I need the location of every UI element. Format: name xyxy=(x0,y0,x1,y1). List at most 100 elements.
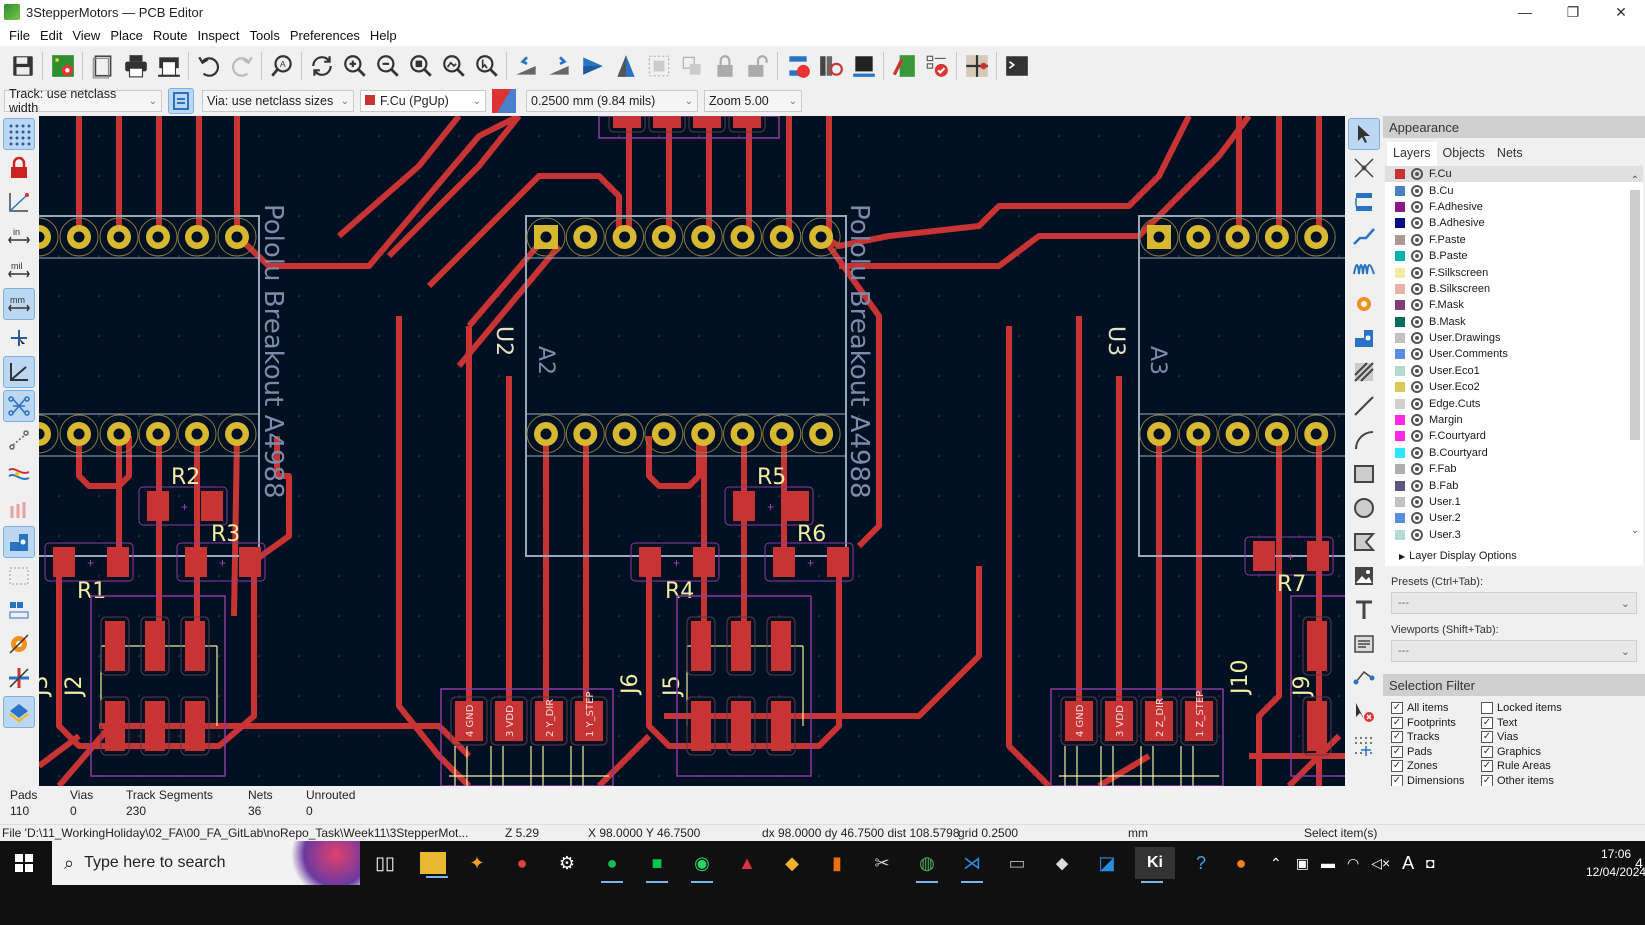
connector-pad[interactable] xyxy=(766,616,796,676)
connector-pad[interactable] xyxy=(1302,616,1332,676)
filter-checkbox[interactable]: ✓ Graphics xyxy=(1481,745,1581,758)
connector-pad[interactable]: 4 GND xyxy=(1060,696,1098,746)
cursor-style-toggle[interactable] xyxy=(3,322,35,354)
menu-file[interactable]: File xyxy=(4,28,35,43)
units-mm-toggle[interactable]: mm xyxy=(3,288,35,320)
layer-row[interactable]: F.Silkscreen xyxy=(1385,264,1643,280)
task-view-icon[interactable]: ▯▯ xyxy=(368,847,402,879)
layer-row[interactable]: Edge.Cuts xyxy=(1385,395,1643,411)
layer-row[interactable]: User.Eco1 xyxy=(1385,363,1643,379)
zoom-out-button[interactable] xyxy=(371,50,404,83)
units-inch-toggle[interactable]: in xyxy=(3,220,35,252)
eye-icon[interactable] xyxy=(1411,348,1423,361)
filter-checkbox[interactable]: ✓ Footprints xyxy=(1391,716,1477,729)
layer-color-swatch[interactable] xyxy=(1395,447,1405,458)
taskbar-search-box[interactable]: ⌕ Type here to search xyxy=(52,841,360,885)
eye-icon[interactable] xyxy=(1411,512,1423,525)
rotate-cw-button[interactable] xyxy=(543,50,576,83)
app-icon[interactable]: ◆ xyxy=(775,847,809,879)
eye-icon[interactable] xyxy=(1411,168,1423,181)
connector-pad[interactable] xyxy=(686,696,716,756)
net-inspector-button[interactable] xyxy=(960,50,993,83)
camera-icon[interactable]: ▣ xyxy=(1296,855,1309,872)
connector-pad[interactable] xyxy=(100,616,130,676)
layer-color-swatch[interactable] xyxy=(1395,365,1405,376)
layer-row[interactable]: B.Paste xyxy=(1385,248,1643,264)
layer-color-swatch[interactable] xyxy=(1395,497,1405,507)
ime-icon[interactable]: A xyxy=(1402,853,1414,874)
checkbox[interactable]: ✓ xyxy=(1391,745,1403,758)
connector-pad[interactable] xyxy=(180,616,210,676)
layer-row[interactable]: B.Courtyard xyxy=(1385,445,1643,461)
eye-icon[interactable] xyxy=(1411,446,1423,459)
layer-list-scrollbar[interactable]: ⌃ ⌄ xyxy=(1629,176,1641,536)
tab-objects[interactable]: Objects xyxy=(1437,142,1491,166)
connector-pad[interactable] xyxy=(140,616,170,676)
tune-length-tool[interactable] xyxy=(1348,254,1380,286)
connector-pad[interactable] xyxy=(766,696,796,756)
filter-checkbox[interactable]: ✓ All items xyxy=(1391,702,1477,714)
voice-recorder-icon[interactable]: ● xyxy=(505,847,539,879)
unlock-button[interactable] xyxy=(741,50,774,83)
app-icon-2[interactable]: ▭ xyxy=(1000,847,1034,879)
presets-select[interactable]: --- ⌄ xyxy=(1391,592,1637,614)
file-explorer-icon[interactable] xyxy=(420,852,448,878)
filter-checkbox[interactable]: ✓ Zones xyxy=(1391,760,1477,772)
checkbox[interactable]: ✓ xyxy=(1391,760,1403,772)
highlight-net-toggle[interactable] xyxy=(3,458,35,490)
tab-nets[interactable]: Nets xyxy=(1491,142,1529,166)
save-button[interactable] xyxy=(6,50,39,83)
scroll-up-icon[interactable]: ⌃ xyxy=(1629,176,1641,186)
chrome-icon[interactable]: ◍ xyxy=(910,847,944,883)
via-display-toggle[interactable] xyxy=(3,662,35,694)
lock-button[interactable] xyxy=(708,50,741,83)
layer-color-swatch[interactable] xyxy=(1395,234,1405,245)
board-setup-button[interactable] xyxy=(46,50,79,83)
maximize-button[interactable]: ❐ xyxy=(1549,0,1597,24)
track-width-select[interactable]: Track: use netclass width ⌄ xyxy=(4,87,162,115)
delete-tool[interactable] xyxy=(1348,696,1380,728)
layer-row[interactable]: F.Mask xyxy=(1385,297,1643,313)
layer-row[interactable]: User.3 xyxy=(1385,527,1643,543)
menu-tools[interactable]: Tools xyxy=(244,28,284,43)
eye-icon[interactable] xyxy=(1411,315,1423,328)
active-layer-select[interactable]: F.Cu (PgUp) ⌄ xyxy=(360,90,486,112)
layer-color-swatch[interactable] xyxy=(1395,283,1405,294)
checkbox[interactable]: ✓ xyxy=(1391,702,1403,714)
connector-pad[interactable]: 3 VDD xyxy=(490,696,528,746)
settings-icon[interactable]: ⚙ xyxy=(550,847,584,879)
app-tray-icon[interactable]: ◘ xyxy=(1426,855,1434,871)
eye-icon[interactable] xyxy=(1411,414,1423,427)
draw-arc-tool[interactable] xyxy=(1348,424,1380,456)
layer-row[interactable]: F.Courtyard xyxy=(1385,428,1643,444)
undo-button[interactable] xyxy=(192,50,225,83)
layer-color-swatch[interactable] xyxy=(1395,218,1405,229)
page-settings-button[interactable] xyxy=(86,50,119,83)
draw-polygon-tool[interactable] xyxy=(1348,526,1380,558)
filter-checkbox[interactable]: ✓ Pads xyxy=(1391,745,1477,758)
footprint-browser-button[interactable] xyxy=(814,50,847,83)
redo-button[interactable] xyxy=(225,50,258,83)
vscode-icon[interactable]: ⋊ xyxy=(955,847,989,883)
connector-pad[interactable] xyxy=(100,696,130,756)
ratsnest-toggle[interactable] xyxy=(3,390,35,422)
eye-icon[interactable] xyxy=(1411,217,1423,230)
zone-fill-toggle[interactable] xyxy=(3,526,35,558)
layer-color-swatch[interactable] xyxy=(1395,333,1405,344)
select-tool[interactable] xyxy=(1348,118,1380,150)
layer-row[interactable]: User.Eco2 xyxy=(1385,379,1643,395)
snipping-tool-icon[interactable]: ✂ xyxy=(865,847,899,879)
eye-icon[interactable] xyxy=(1411,299,1423,312)
pcb-canvas[interactable]: Pololu Breakout A4988 Pololu Breakout A4… xyxy=(39,116,1345,786)
checkbox[interactable]: ✓ xyxy=(1481,745,1493,758)
eye-icon[interactable] xyxy=(1411,381,1423,394)
help-icon[interactable]: ? xyxy=(1184,847,1218,879)
track-angle-toggle[interactable] xyxy=(3,356,35,388)
layer-color-swatch[interactable] xyxy=(1395,480,1405,491)
add-textbox-tool[interactable] xyxy=(1348,628,1380,660)
group-button[interactable] xyxy=(642,50,675,83)
layer-color-swatch[interactable] xyxy=(1395,251,1405,262)
layer-row[interactable]: B.Adhesive xyxy=(1385,215,1643,231)
spotify-icon[interactable]: ● xyxy=(595,847,629,883)
checkbox[interactable]: ✓ xyxy=(1481,716,1493,729)
